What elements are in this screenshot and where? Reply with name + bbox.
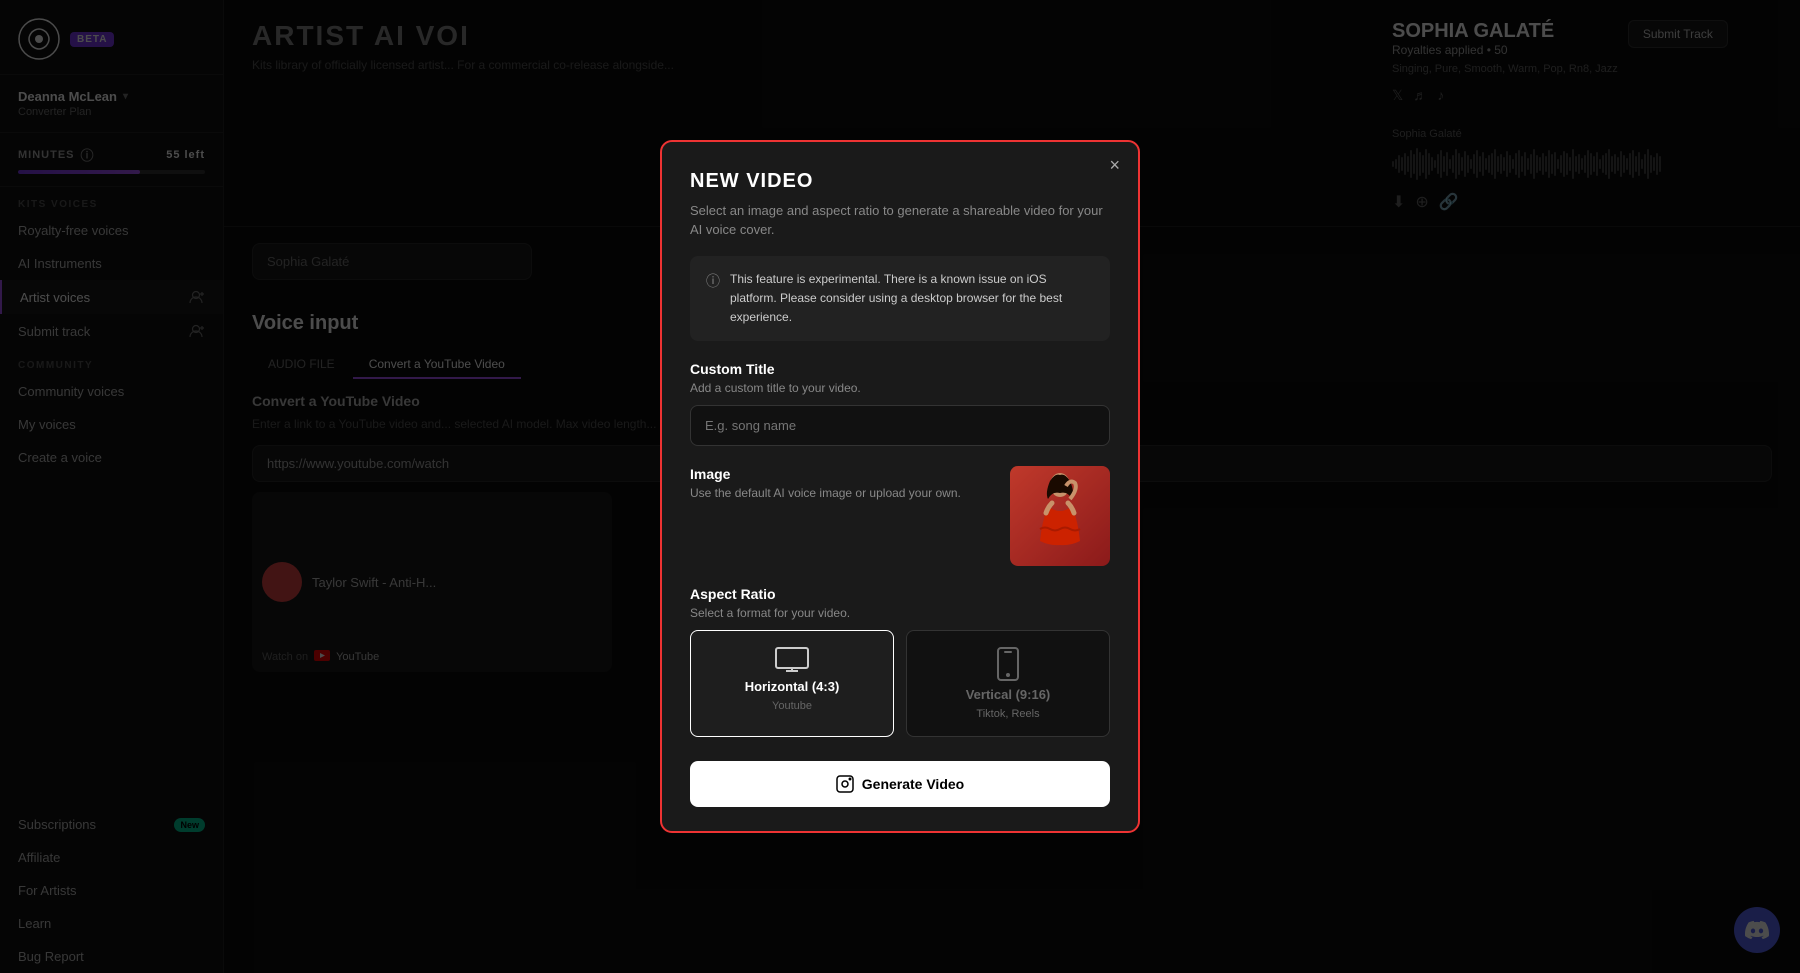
custom-title-desc: Add a custom title to your video. xyxy=(690,381,1110,395)
artist-thumbnail[interactable] xyxy=(1010,466,1110,566)
image-row: Image Use the default AI voice image or … xyxy=(690,466,1110,566)
image-label: Image xyxy=(690,466,990,482)
horizontal-icon xyxy=(775,647,809,673)
aspect-horizontal-option[interactable]: Horizontal (4:3) Youtube xyxy=(690,630,894,737)
modal-notice: ⓘ This feature is experimental. There is… xyxy=(690,256,1110,342)
generate-video-icon xyxy=(836,775,854,793)
modal-close-button[interactable]: × xyxy=(1109,156,1120,174)
horizontal-sublabel: Youtube xyxy=(772,700,812,712)
modal-overlay[interactable]: × NEW VIDEO Select an image and aspect r… xyxy=(0,0,1800,973)
custom-title-label: Custom Title xyxy=(690,361,1110,377)
image-info: Image Use the default AI voice image or … xyxy=(690,466,990,510)
custom-title-input[interactable] xyxy=(690,405,1110,446)
vertical-icon xyxy=(997,647,1019,681)
image-desc: Use the default AI voice image or upload… xyxy=(690,486,990,500)
modal-title: NEW VIDEO xyxy=(690,170,1110,193)
horizontal-label: Horizontal (4:3) xyxy=(745,679,840,694)
modal-description: Select an image and aspect ratio to gene… xyxy=(690,201,1110,240)
vertical-label: Vertical (9:16) xyxy=(966,687,1051,702)
aspect-ratio-label: Aspect Ratio xyxy=(690,586,1110,602)
artist-figure-svg xyxy=(1020,471,1100,561)
aspect-vertical-option[interactable]: Vertical (9:16) Tiktok, Reels xyxy=(906,630,1110,737)
notice-info-icon: ⓘ xyxy=(706,271,720,328)
generate-video-button[interactable]: Generate Video xyxy=(690,761,1110,807)
modal-notice-text: This feature is experimental. There is a… xyxy=(730,270,1094,328)
aspect-ratio-desc: Select a format for your video. xyxy=(690,606,1110,620)
aspect-ratio-options: Horizontal (4:3) Youtube Vertical (9:16)… xyxy=(690,630,1110,737)
vertical-sublabel: Tiktok, Reels xyxy=(976,708,1039,720)
new-video-modal: × NEW VIDEO Select an image and aspect r… xyxy=(660,140,1140,834)
